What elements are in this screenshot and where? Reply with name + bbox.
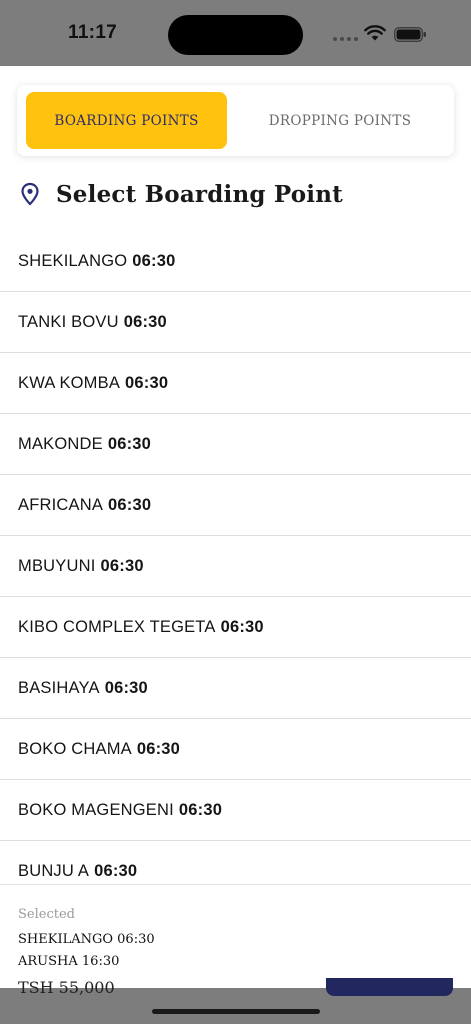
point-name: SHEKILANGO	[18, 251, 128, 270]
boarding-point-item[interactable]: BASIHAYA 06:30	[0, 658, 471, 719]
point-name: BOKO MAGENGENI	[18, 800, 174, 819]
points-tab-bar: BOARDING POINTS DROPPING POINTS	[17, 85, 454, 156]
boarding-point-item[interactable]: MAKONDE 06:30	[0, 414, 471, 475]
point-name: BUNJU A	[18, 861, 90, 880]
selected-label: Selected	[18, 907, 75, 922]
dynamic-island	[168, 15, 303, 55]
boarding-point-item[interactable]: KWA KOMBA 06:30	[0, 353, 471, 414]
point-time: 06:30	[100, 556, 144, 575]
boarding-point-item[interactable]: MBUYUNI 06:30	[0, 536, 471, 597]
boarding-sheet: BOARDING POINTS DROPPING POINTS Select B…	[0, 66, 471, 988]
point-time: 06:30	[136, 739, 181, 758]
point-time: 06:30	[94, 861, 138, 880]
point-name: TANKI BOVU	[18, 312, 119, 331]
point-time: 06:30	[107, 434, 152, 453]
point-time: 06:30	[220, 617, 264, 636]
selected-dropping: ARUSHA 16:30	[18, 954, 120, 969]
tab-boarding-points[interactable]: BOARDING POINTS	[26, 92, 227, 149]
location-pin-icon	[21, 182, 39, 206]
home-indicator[interactable]	[152, 1009, 320, 1014]
point-name: AFRICANA	[18, 495, 104, 514]
selected-boarding: SHEKILANGO 06:30	[18, 932, 155, 947]
point-name: BOKO CHAMA	[18, 739, 132, 758]
status-time: 11:17	[68, 22, 118, 43]
background-price: TSH 55,000	[18, 978, 115, 997]
boarding-point-item[interactable]: AFRICANA 06:30	[0, 475, 471, 536]
background-continue-button	[326, 978, 453, 996]
section-heading: Select Boarding Point	[20, 176, 343, 212]
point-time: 06:30	[108, 495, 152, 514]
point-name: MBUYUNI	[18, 556, 96, 575]
point-time: 06:30	[125, 373, 169, 392]
battery-icon	[394, 27, 426, 42]
page-title: Select Boarding Point	[56, 180, 343, 208]
point-name: KIBO COMPLEX TEGETA	[18, 617, 216, 636]
point-time: 06:30	[123, 312, 167, 331]
point-name: BASIHAYA	[18, 678, 100, 697]
boarding-point-item[interactable]: SHEKILANGO 06:30	[0, 231, 471, 292]
boarding-point-item[interactable]: KIBO COMPLEX TEGETA 06:30	[0, 597, 471, 658]
point-name: MAKONDE	[18, 434, 103, 453]
boarding-point-item[interactable]: BOKO MAGENGENI 06:30	[0, 780, 471, 841]
status-bar: 11:17	[0, 0, 471, 66]
point-time: 06:30	[104, 678, 148, 697]
point-time: 06:30	[178, 800, 223, 819]
wifi-icon	[364, 25, 386, 41]
selected-summary: Selected SHEKILANGO 06:30 ARUSHA 16:30	[0, 884, 471, 988]
boarding-point-item[interactable]: BOKO CHAMA 06:30	[0, 719, 471, 780]
tab-dropping-points[interactable]: DROPPING POINTS	[233, 92, 447, 149]
point-name: KWA KOMBA	[18, 373, 121, 392]
boarding-point-item[interactable]: TANKI BOVU 06:30	[0, 292, 471, 353]
point-time: 06:30	[132, 251, 176, 270]
boarding-point-list: SHEKILANGO 06:30 TANKI BOVU 06:30 KWA KOMB…	[0, 231, 471, 902]
cellular-signal-icon	[333, 37, 358, 41]
